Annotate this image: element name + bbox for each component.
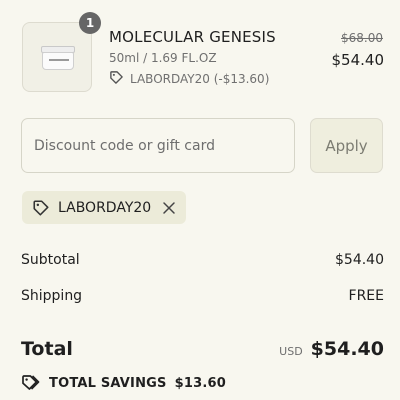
total-row: Total USD $54.40 bbox=[21, 338, 384, 360]
total-savings-row: TOTAL SAVINGS $13.60 bbox=[21, 374, 226, 392]
total-value: $54.40 bbox=[310, 338, 384, 360]
apply-button[interactable]: Apply bbox=[310, 118, 383, 173]
sale-price: $54.40 bbox=[331, 51, 385, 69]
discount-code-input[interactable] bbox=[21, 118, 295, 173]
product-discount-line: LABORDAY20 (-$13.60) bbox=[109, 70, 269, 88]
order-summary: 1 MOLECULAR GENESIS 50ml / 1.69 FL.OZ LA… bbox=[0, 0, 400, 400]
subtotal-label: Subtotal bbox=[21, 252, 80, 268]
subtotal-value: $54.40 bbox=[335, 252, 384, 268]
product-variant: 50ml / 1.69 FL.OZ bbox=[109, 51, 217, 65]
tag-icon bbox=[32, 199, 50, 217]
quantity-badge: 1 bbox=[79, 12, 101, 34]
tag-icon bbox=[109, 70, 124, 88]
total-label: Total bbox=[21, 338, 73, 360]
shipping-row: Shipping FREE bbox=[21, 288, 384, 304]
savings-tag-icon bbox=[21, 374, 41, 392]
product-name: MOLECULAR GENESIS bbox=[109, 28, 276, 46]
shipping-value: FREE bbox=[348, 288, 384, 304]
close-icon[interactable] bbox=[162, 201, 176, 215]
original-price: $68.00 bbox=[341, 31, 383, 45]
subtotal-row: Subtotal $54.40 bbox=[21, 252, 384, 268]
applied-code-label: LABORDAY20 bbox=[58, 199, 152, 216]
applied-discount-chip: LABORDAY20 bbox=[22, 191, 186, 224]
product-jar-image bbox=[41, 46, 75, 70]
product-discount-text: LABORDAY20 (-$13.60) bbox=[130, 72, 270, 86]
currency-code: USD bbox=[279, 345, 303, 358]
savings-value: $13.60 bbox=[174, 375, 226, 391]
shipping-label: Shipping bbox=[21, 288, 83, 304]
product-thumbnail bbox=[22, 22, 92, 92]
savings-label: TOTAL SAVINGS bbox=[49, 375, 167, 391]
